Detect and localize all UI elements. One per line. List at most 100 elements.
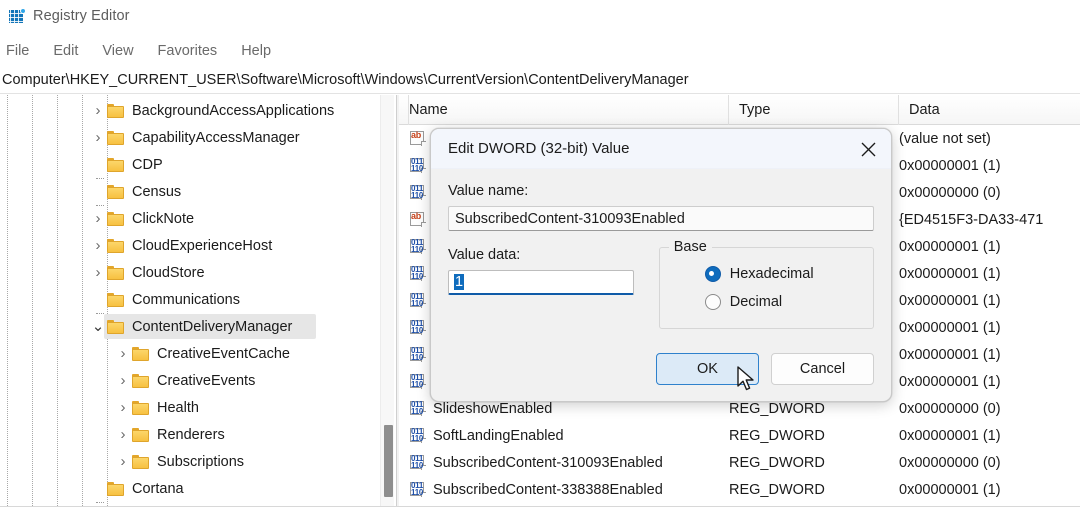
tree-item-creativeeventcache[interactable]: › CreativeEventCache	[0, 340, 381, 367]
value-name-text: SubscribedContent-310093Enabled	[433, 455, 729, 471]
radio-hexadecimal-indicator[interactable]	[705, 266, 721, 282]
tree-vertical-scrollbar[interactable]	[380, 95, 394, 506]
chevron-right-icon[interactable]: ›	[114, 372, 132, 390]
value-name-text: SubscribedContent-310093Enabled	[455, 211, 685, 227]
tree-item-label: CapabilityAccessManager	[132, 130, 300, 146]
tree-item-backgroundaccessapplications[interactable]: › BackgroundAccessApplications	[0, 97, 381, 124]
value-data-cell: 0x00000001 (1)	[899, 239, 1080, 255]
table-row[interactable]: 011110SoftLandingEnabledREG_DWORD0x00000…	[399, 422, 1080, 449]
tree-item-clicknote[interactable]: ›ClickNote	[0, 205, 381, 232]
table-row[interactable]: 011110SubscribedContent-338388EnabledREG…	[399, 476, 1080, 503]
folder-icon	[107, 104, 125, 118]
value-data-input[interactable]: 1	[448, 270, 634, 295]
chevron-right-icon[interactable]: ›	[89, 210, 107, 228]
chevron-down-icon[interactable]: ⌄	[89, 318, 107, 336]
value-name-cell: SlideshowEnabled	[433, 401, 729, 417]
value-data-group: Value data: 1	[448, 247, 647, 329]
dialog-title-text: Edit DWORD (32-bit) Value	[448, 140, 629, 157]
reg-dword-icon: 011110	[410, 320, 426, 335]
folder-icon	[107, 482, 125, 496]
column-header-data[interactable]: Data	[899, 95, 1080, 125]
tree-item-capabilityaccessmanager[interactable]: › CapabilityAccessManager	[0, 124, 381, 151]
tree-item-creativeevents[interactable]: ›CreativeEvents	[0, 367, 381, 394]
tree-item-contentdeliverymanager[interactable]: ⌄ContentDeliveryManager	[0, 313, 381, 340]
folder-icon	[107, 320, 125, 334]
chevron-right-icon[interactable]: ›	[114, 399, 132, 417]
value-data-text: 1	[454, 274, 464, 290]
chevron-right-icon[interactable]: ›	[89, 129, 107, 147]
menu-view[interactable]: View	[102, 41, 133, 61]
value-name-label: Value name:	[448, 183, 874, 199]
tree-item-subscriptions[interactable]: ›Subscriptions	[0, 448, 381, 475]
edit-dword-dialog: Edit DWORD (32-bit) Value Value name: Su…	[430, 128, 892, 402]
menu-edit[interactable]: Edit	[53, 41, 78, 61]
tree-item-label: Cortana	[132, 481, 184, 497]
registry-editor-icon	[9, 8, 25, 24]
tree-item-label: CloudStore	[132, 265, 205, 281]
window-title: Registry Editor	[33, 8, 130, 24]
reg-dword-icon: 011110	[410, 239, 426, 254]
tree-item-label: CreativeEventCache	[157, 346, 290, 362]
registry-tree-pane: › BackgroundAccessApplications › Capability…	[0, 95, 397, 506]
folder-icon	[107, 131, 125, 145]
value-data-label: Value data:	[448, 247, 647, 263]
radio-decimal-indicator[interactable]	[705, 294, 721, 310]
folder-icon	[107, 158, 125, 172]
base-legend: Base	[669, 239, 712, 255]
registry-tree[interactable]: › BackgroundAccessApplications › Capability…	[0, 95, 381, 506]
radio-hexadecimal-label: Hexadecimal	[730, 266, 814, 282]
table-row[interactable]: 011110SubscribedContent-310093EnabledREG…	[399, 449, 1080, 476]
dialog-button-row: OK Cancel	[656, 353, 874, 385]
value-data-cell: 0x00000001 (1)	[899, 428, 1080, 444]
list-column-headers: Name Type Data	[399, 95, 1080, 125]
chevron-right-icon[interactable]: ›	[89, 264, 107, 282]
reg-dword-icon: 011110	[410, 293, 426, 308]
reg-sz-icon: ab	[410, 131, 426, 146]
value-data-cell: (value not set)	[899, 131, 1080, 147]
radio-decimal[interactable]: Decimal	[660, 288, 873, 316]
tree-scrollbar-thumb[interactable]	[384, 425, 393, 497]
ok-button[interactable]: OK	[656, 353, 759, 385]
reg-dword-icon: 011110	[410, 266, 426, 281]
folder-icon	[132, 401, 150, 415]
menu-favorites[interactable]: Favorites	[158, 41, 218, 61]
tree-item-communications[interactable]: Communications	[0, 286, 381, 313]
radio-hexadecimal[interactable]: Hexadecimal	[660, 260, 873, 288]
folder-icon	[132, 428, 150, 442]
address-bar[interactable]: Computer\HKEY_CURRENT_USER\Software\Micr…	[0, 67, 1080, 94]
column-header-name[interactable]: Name	[399, 95, 729, 125]
close-icon[interactable]	[845, 129, 891, 169]
tree-item-health[interactable]: ›Health	[0, 394, 381, 421]
reg-dword-icon: 011110	[410, 455, 426, 470]
reg-dword-icon: 011110	[410, 374, 426, 389]
column-header-type[interactable]: Type	[729, 95, 899, 125]
tree-item-cortana[interactable]: Cortana	[0, 475, 381, 502]
chevron-right-icon[interactable]: ›	[89, 102, 107, 120]
tree-item-cdp[interactable]: CDP	[0, 151, 381, 178]
dialog-body: Value name: SubscribedContent-310093Enab…	[431, 169, 891, 329]
tree-item-label: BackgroundAccessApplications	[132, 103, 334, 119]
value-name-input[interactable]: SubscribedContent-310093Enabled	[448, 206, 874, 231]
value-name-cell: SubscribedContent-310093Enabled	[433, 455, 729, 471]
chevron-right-icon[interactable]: ›	[114, 453, 132, 471]
value-name-cell: SubscribedContent-338388Enabled	[433, 482, 729, 498]
tree-item-cloudexperiencehost[interactable]: › CloudExperienceHost	[0, 232, 381, 259]
cancel-button[interactable]: Cancel	[771, 353, 874, 385]
tree-item-renderers[interactable]: ›Renderers	[0, 421, 381, 448]
chevron-right-icon[interactable]: ›	[89, 237, 107, 255]
chevron-right-icon[interactable]: ›	[114, 345, 132, 363]
radio-decimal-label: Decimal	[730, 294, 782, 310]
menu-help[interactable]: Help	[241, 41, 271, 61]
base-fieldset: Base Hexadecimal Decimal	[659, 247, 874, 329]
tree-item-cloudstore[interactable]: › CloudStore	[0, 259, 381, 286]
tree-item-census[interactable]: Census	[0, 178, 381, 205]
value-data-cell: {ED4515F3-DA33-471	[899, 212, 1080, 228]
reg-dword-icon: 011110	[410, 158, 426, 173]
registry-path[interactable]: Computer\HKEY_CURRENT_USER\Software\Micr…	[2, 72, 689, 88]
folder-icon	[132, 374, 150, 388]
menu-file[interactable]: File	[6, 41, 29, 61]
value-data-cell: 0x00000000 (0)	[899, 455, 1080, 471]
registry-editor-window: Registry Editor File Edit View Favorites…	[0, 0, 1080, 508]
tree-item-label: CloudExperienceHost	[132, 238, 272, 254]
chevron-right-icon[interactable]: ›	[114, 426, 132, 444]
